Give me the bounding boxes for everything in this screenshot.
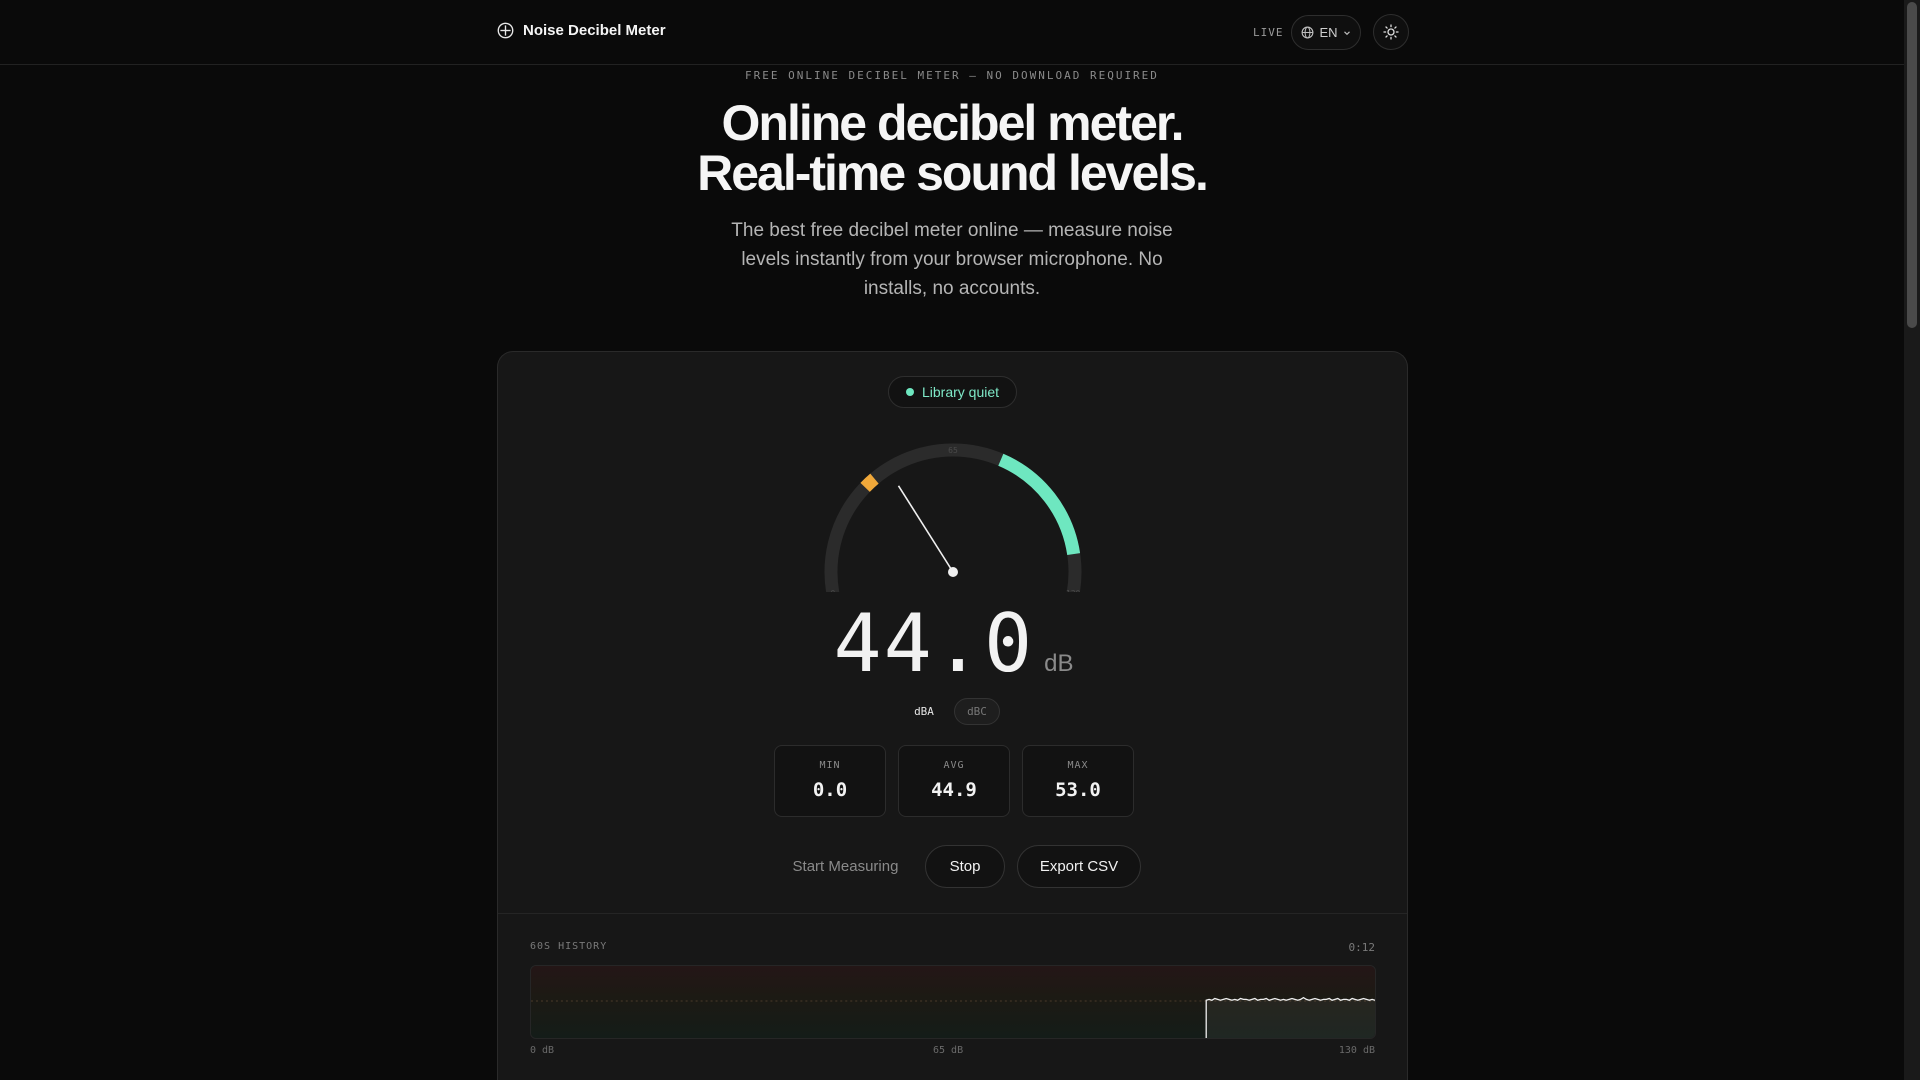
card-divider bbox=[498, 913, 1407, 914]
weighting-dbc-button[interactable]: dBC bbox=[954, 698, 1000, 725]
page-title: Online decibel meter. Real-time sound le… bbox=[0, 98, 1904, 198]
history-axis-max: 130 dB bbox=[1338, 1045, 1375, 1056]
export-csv-button[interactable]: Export CSV bbox=[1017, 845, 1141, 888]
gauge-min-label: 0 bbox=[830, 589, 835, 592]
decibel-value: 44.0 bbox=[833, 597, 1035, 690]
start-measuring-button[interactable]: Start Measuring bbox=[768, 845, 923, 888]
theme-toggle-button[interactable] bbox=[1373, 14, 1409, 50]
history-axis-min: 0 dB bbox=[530, 1045, 555, 1056]
gauge-peak-marker bbox=[860, 473, 879, 492]
noise-status-badge: Library quiet bbox=[888, 376, 1017, 408]
status-text: Library quiet bbox=[921, 384, 1000, 400]
decibel-unit: dB bbox=[1044, 650, 1074, 677]
live-indicator: LIVE bbox=[1253, 26, 1284, 39]
history-fill bbox=[1206, 997, 1375, 1038]
meter-card: Library quiet 0 65 130 44.0 dB dBA dBC M… bbox=[497, 351, 1408, 1080]
stat-min-label: MIN bbox=[819, 760, 841, 771]
gauge-max-label: 130 bbox=[1066, 589, 1081, 592]
hero-kicker: FREE ONLINE DECIBEL METER — NO DOWNLOAD … bbox=[745, 69, 1159, 82]
history-label: 60S HISTORY bbox=[530, 941, 608, 952]
weighting-dba-button[interactable]: dBA bbox=[904, 698, 944, 725]
decibel-gauge: 0 65 130 bbox=[824, 443, 1082, 592]
stat-avg-value: 44.9 bbox=[931, 779, 977, 801]
gauge-safe-band bbox=[998, 453, 1081, 556]
current-reading: 44.0 dB bbox=[498, 597, 1407, 690]
brand-name: Noise Decibel Meter bbox=[523, 22, 666, 39]
stat-min-value: 0.0 bbox=[812, 779, 848, 801]
top-navigation-bar: Noise Decibel Meter LIVE EN bbox=[0, 0, 1904, 65]
sun-icon bbox=[1383, 24, 1399, 40]
stat-avg-label: AVG bbox=[943, 760, 965, 771]
page-title-line-2: Real-time sound levels. bbox=[697, 145, 1209, 201]
language-selector[interactable]: EN bbox=[1291, 15, 1361, 50]
brand-link[interactable]: Noise Decibel Meter bbox=[497, 22, 666, 39]
history-chart bbox=[530, 965, 1376, 1039]
gauge-mid-label: 65 bbox=[948, 446, 958, 455]
stat-max-label: MAX bbox=[1067, 760, 1089, 771]
stop-button[interactable]: Stop bbox=[925, 845, 1005, 888]
globe-icon bbox=[1302, 26, 1314, 39]
stat-max-value: 53.0 bbox=[1055, 779, 1101, 801]
language-label: EN bbox=[1319, 25, 1338, 40]
status-dot bbox=[905, 388, 914, 396]
hero-subtitle: The best free decibel meter online — mea… bbox=[731, 220, 1173, 299]
logo-icon bbox=[497, 22, 514, 39]
chevron-down-icon bbox=[1343, 30, 1350, 35]
page-title-line-1: Online decibel meter. bbox=[721, 95, 1185, 151]
history-elapsed-time: 0:12 bbox=[1348, 941, 1376, 954]
stat-avg: AVG 44.9 bbox=[898, 745, 1010, 817]
page-scrollbar-thumb[interactable] bbox=[1907, 2, 1917, 328]
gauge-needle bbox=[897, 485, 954, 573]
stat-min: MIN 0.0 bbox=[774, 745, 886, 817]
gauge-needle-pivot bbox=[948, 567, 958, 577]
stat-max: MAX 53.0 bbox=[1022, 745, 1134, 817]
history-axis-mid: 65 dB bbox=[933, 1045, 964, 1056]
